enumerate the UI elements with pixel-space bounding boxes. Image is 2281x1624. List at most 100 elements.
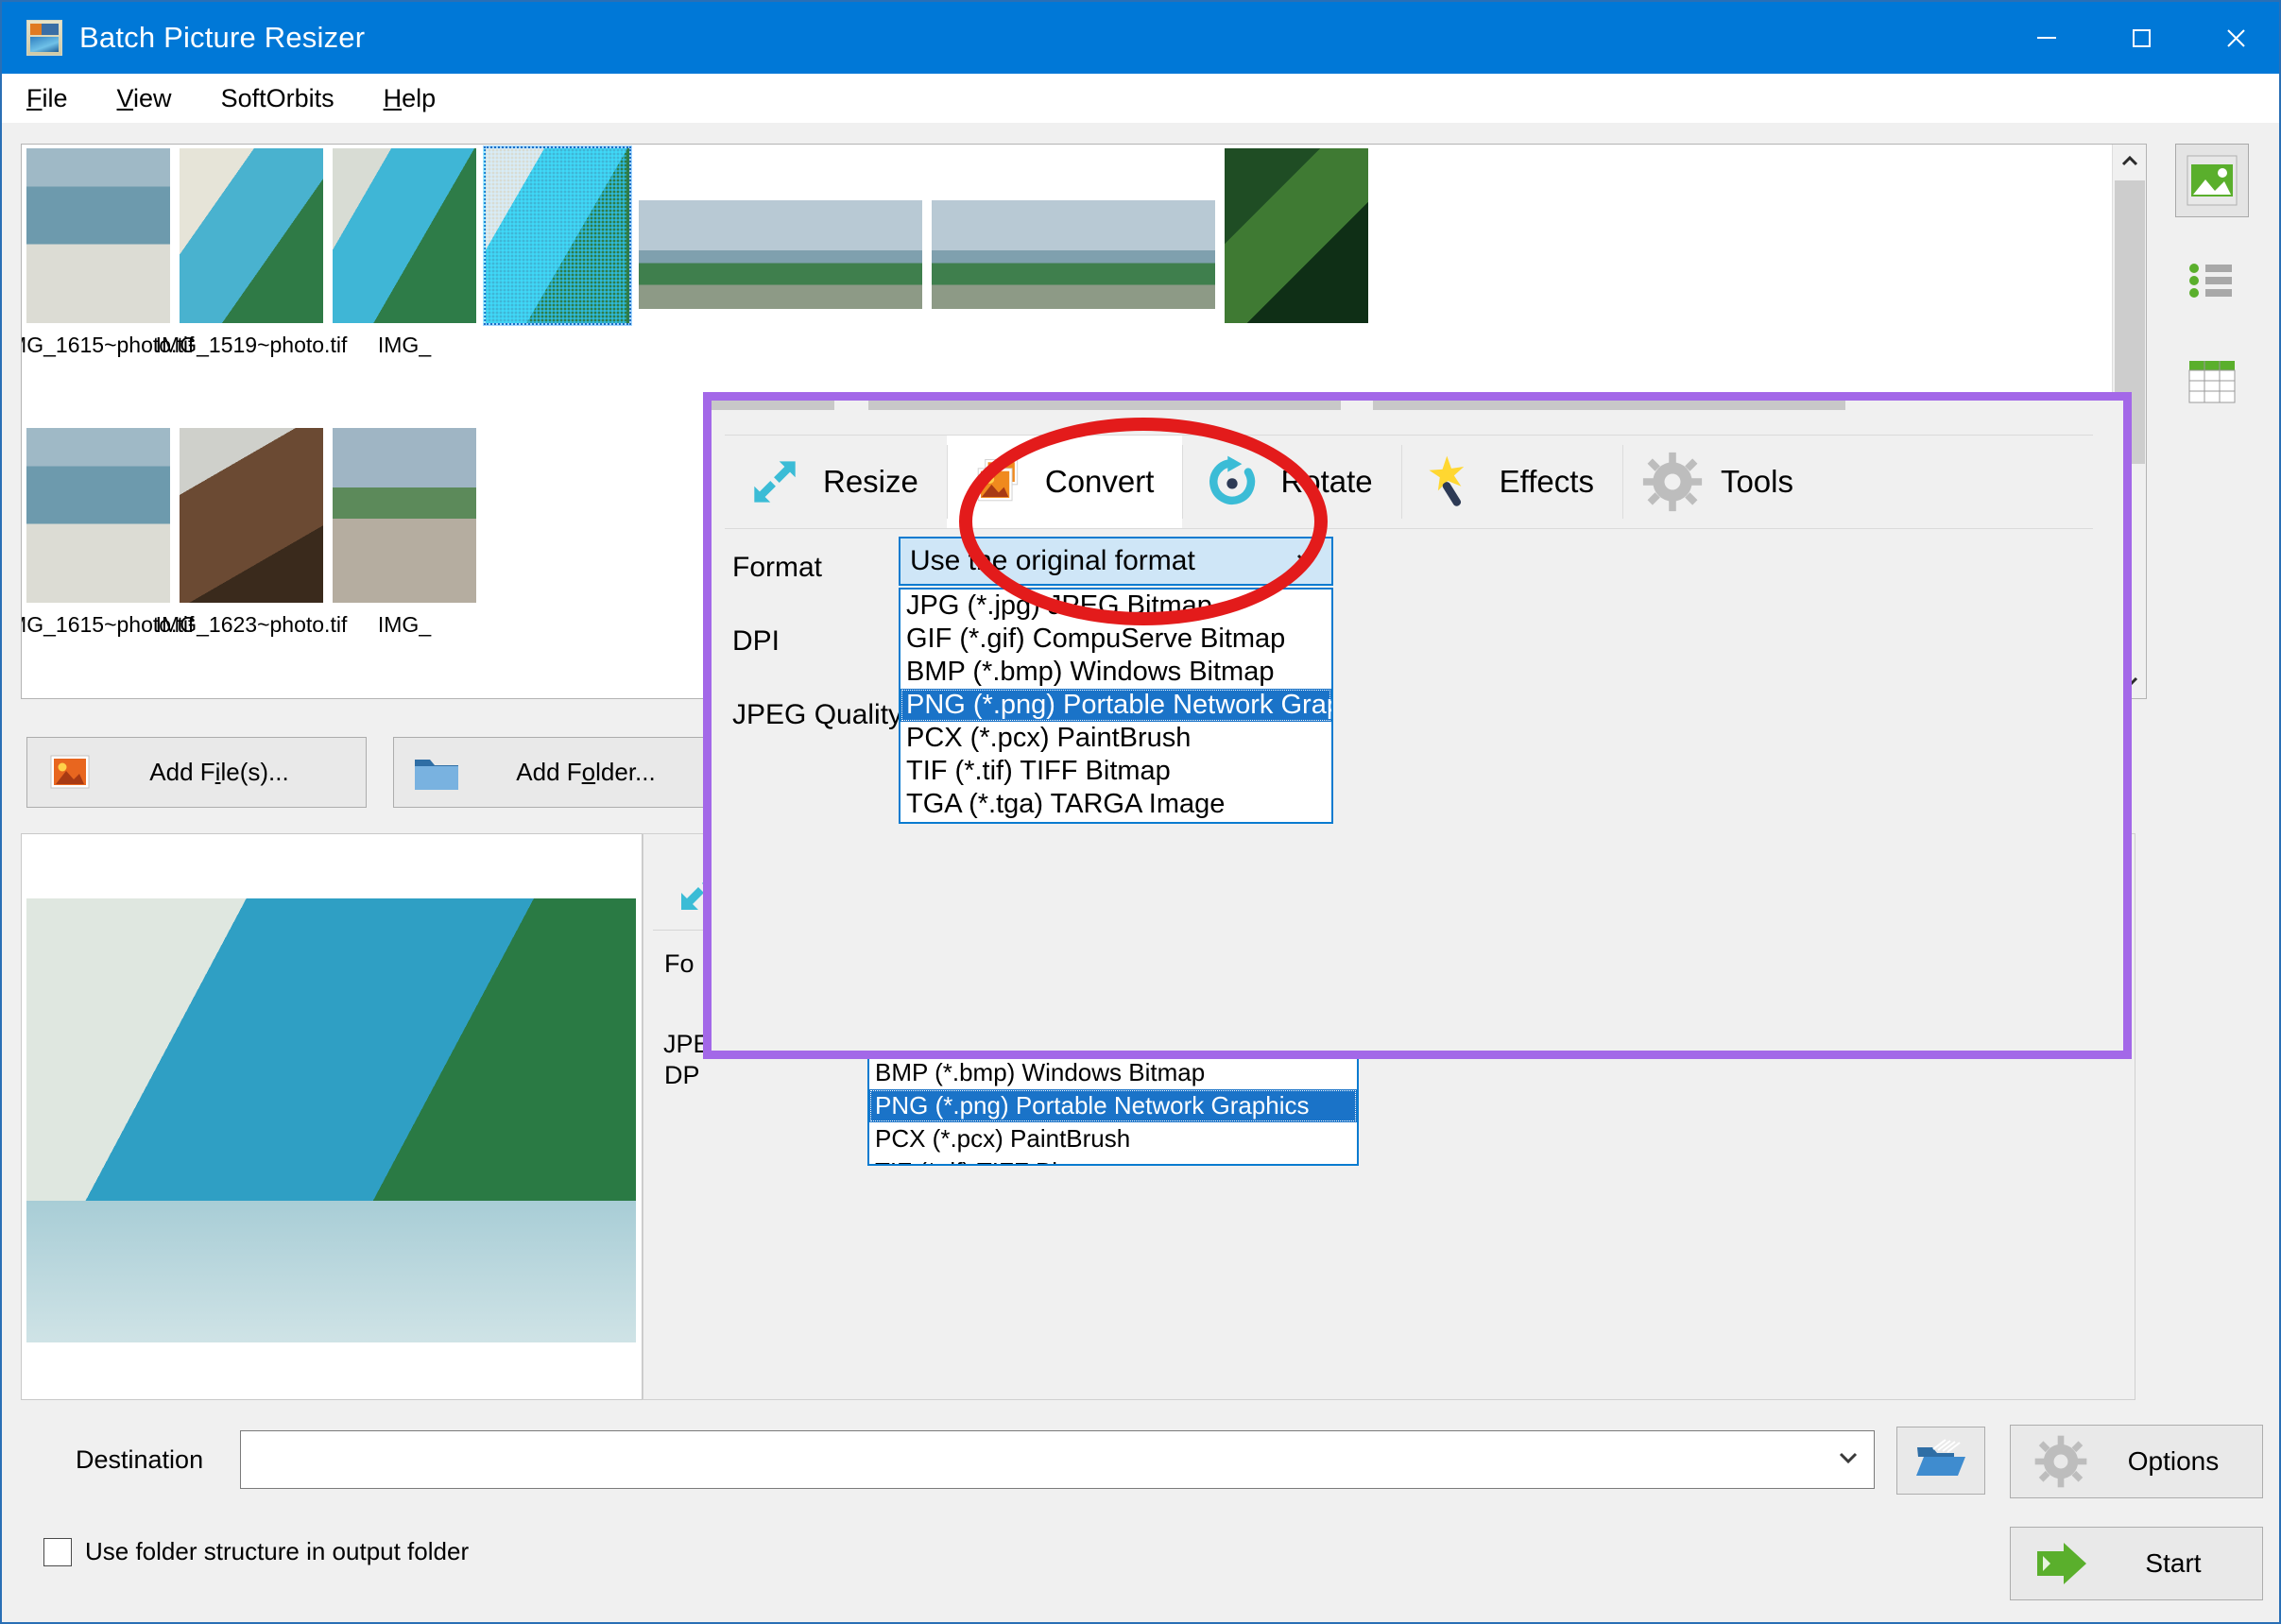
thumbnail-image [180,428,323,603]
preview-panel [21,833,643,1400]
open-folder-icon [1914,1436,1967,1486]
menu-item-help[interactable]: Help [380,82,440,115]
tab-stub [1373,401,1845,410]
application-window: Batch Picture Resizer File View SoftOrbi… [0,0,2281,1624]
thumbnail-item[interactable] [929,148,1218,318]
tab-convert-label: Convert [1044,464,1155,499]
tab-rotate-label: Rotate [1280,464,1373,499]
options-button[interactable]: Options [2010,1425,2263,1498]
format-option-selected[interactable]: PNG (*.png) Portable Network Graphics [900,689,1331,722]
format-option[interactable]: PCX (*.pcx) PaintBrush [900,722,1331,755]
thumbnail-item[interactable] [1222,148,1371,333]
use-folder-structure-checkbox[interactable] [43,1537,72,1566]
rotate-circular-icon [1197,451,1267,513]
magic-wand-icon [1416,451,1486,513]
selection-overlay [483,148,626,323]
operation-tab-bar: Resize Convert Rotate Effects Tools [725,435,2093,529]
tab-stub [868,401,1341,410]
chevron-down-icon[interactable] [1292,544,1322,579]
format-option[interactable]: BMP (*.bmp) Windows Bitmap [900,656,1331,689]
gear-icon [1638,451,1707,513]
tab-effects[interactable]: Effects [1400,436,1622,528]
thumbnail-caption: IMG_ [377,612,432,637]
thumbnail-item[interactable]: IMG_1615~photo.tif [22,148,194,358]
format-dropdown-list[interactable]: JPG (*.jpg) JPEG Bitmap GIF (*.gif) Comp… [899,588,1333,824]
format-option[interactable]: GIF (*.gif) CompuServe Bitmap [900,623,1331,656]
format-label: Format [732,552,823,583]
maximize-icon[interactable] [2094,2,2188,74]
jpeg-quality-label: JPEG Quality [732,699,903,730]
start-button[interactable]: Start [2010,1527,2263,1600]
background-format-label: Fo [664,949,695,978]
thumbnail-image [180,148,323,323]
thumbnail-row-1: IMG_1615~photo.tif IMG_1519~photo.tif IM… [22,146,1375,358]
format-combobox[interactable]: Use the original format [899,537,1333,586]
background-format-option[interactable]: PCX (*.pcx) PaintBrush [869,1122,1357,1155]
background-format-dropdown-list[interactable]: BMP (*.bmp) Windows Bitmap PNG (*.png) P… [867,1054,1359,1166]
thumbnail-caption: IMG_1519~photo.tif [155,333,348,357]
tab-resize[interactable]: Resize [725,436,947,528]
chevron-up-icon[interactable] [2113,145,2146,179]
use-folder-structure-checkbox-row[interactable]: Use folder structure in output folder [43,1537,469,1566]
thumbnail-image [483,146,631,325]
thumbnail-item-selected[interactable] [483,146,632,333]
convert-images-icon [962,451,1032,513]
thumbnail-image [26,148,170,323]
gear-icon [2018,1434,2103,1489]
thumbnail-item[interactable]: IMG_1519~photo.tif [156,148,347,358]
window-title: Batch Picture Resizer [79,21,366,54]
details-view-icon[interactable] [2175,344,2249,418]
thumbnail-item[interactable]: IMG_1623~photo.tif [156,428,347,638]
options-label: Options [2127,1446,2220,1476]
add-files-button[interactable]: Add File(s)... [26,737,367,808]
tab-stubs [712,401,2123,418]
format-combobox-value: Use the original format [910,545,1195,576]
thumbnail-image [1225,148,1368,323]
format-option[interactable]: TGA (*.tga) TARGA Image [900,788,1331,821]
background-format-option-selected[interactable]: PNG (*.png) Portable Network Graphics [869,1089,1357,1122]
tab-stub [712,401,834,410]
format-option[interactable]: Use the original format [900,821,1331,822]
menu-item-file[interactable]: File [23,82,72,115]
thumbnail-item[interactable]: IMG_ [330,428,479,638]
close-icon[interactable] [2188,2,2279,74]
thumbnail-image [639,200,922,309]
thumbnail-item[interactable]: IMG_ [330,148,479,358]
format-option[interactable]: JPG (*.jpg) JPEG Bitmap [900,590,1331,623]
dpi-label: DPI [732,625,780,657]
resize-arrows-icon [740,451,810,513]
thumbnail-item[interactable]: IMG_1615~photo.tif [22,428,194,638]
background-format-option[interactable]: BMP (*.bmp) Windows Bitmap [869,1056,1357,1089]
convert-options-overlay-panel: Resize Convert Rotate Effects Tools Form… [703,392,2132,1059]
tab-tools[interactable]: Tools [1621,436,1822,528]
thumbnail-image [333,428,476,603]
menu-bar: File View SoftOrbits Help [2,74,2279,123]
folder-icon [407,750,466,795]
background-dpi-label: DP [664,1061,700,1089]
add-folder-label: Add Folder... [516,758,656,786]
menu-file-rest: ile [42,83,68,112]
menu-help-rest: elp [402,83,437,112]
background-format-option[interactable]: TIF (*.tif) TIFF Bitmap [869,1155,1357,1164]
minimize-icon[interactable] [1999,2,2094,74]
green-arrow-icon [2018,1540,2103,1587]
menu-item-view[interactable]: View [113,82,176,115]
format-option[interactable]: TIF (*.tif) TIFF Bitmap [900,755,1331,788]
menu-view-rest: iew [133,83,172,112]
thumbnail-image [333,148,476,323]
tab-tools-label: Tools [1720,464,1793,499]
thumbnail-row-2: IMG_1615~photo.tif IMG_1623~photo.tif IM… [22,428,483,638]
thumbnail-view-icon[interactable] [2175,144,2249,217]
thumbnail-item[interactable] [636,148,925,318]
tab-rotate[interactable]: Rotate [1182,436,1400,528]
chevron-down-icon[interactable] [1832,1442,1864,1479]
app-icon [26,20,62,56]
menu-item-softorbits[interactable]: SoftOrbits [217,82,338,115]
destination-input[interactable] [240,1430,1875,1489]
tab-convert[interactable]: Convert [946,436,1183,528]
browse-folder-button[interactable] [1896,1427,1985,1495]
start-label: Start [2145,1548,2202,1578]
thumbnail-image [26,428,170,603]
list-view-icon[interactable] [2175,244,2249,317]
add-folder-button[interactable]: Add Folder... [393,737,733,808]
